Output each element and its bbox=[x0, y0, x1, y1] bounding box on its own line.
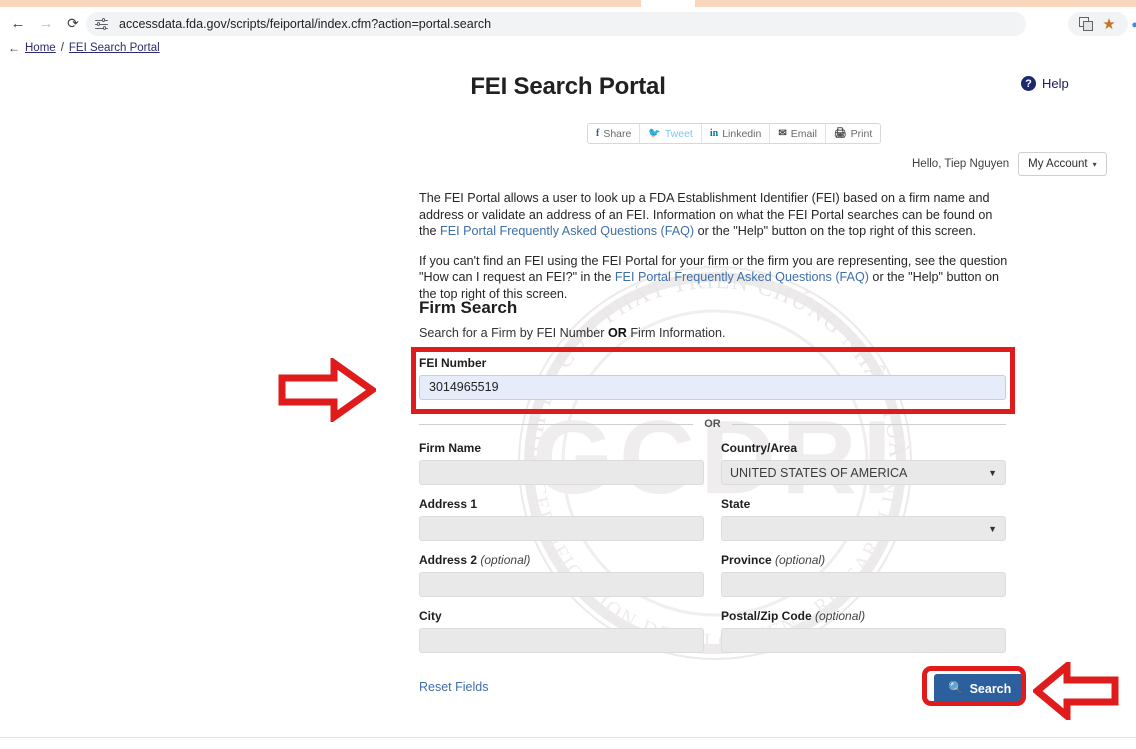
breadcrumb-back-arrow: ← bbox=[8, 41, 20, 55]
forward-icon[interactable]: → bbox=[38, 15, 54, 31]
city-field: City bbox=[419, 609, 704, 653]
intro-p1-part-b: or the "Help" button on the top right of… bbox=[694, 224, 977, 239]
address1-input[interactable] bbox=[419, 516, 704, 541]
greeting-text: Hello, Tiep Nguyen bbox=[912, 158, 1010, 170]
firm-sub-part-b: Firm Information. bbox=[626, 326, 726, 340]
my-account-label: My Account bbox=[1028, 158, 1088, 170]
fei-highlight-box bbox=[411, 347, 1015, 414]
facebook-icon: f bbox=[596, 128, 600, 139]
share-email-label: Email bbox=[790, 127, 817, 140]
postal-optional-text: (optional) bbox=[815, 609, 866, 623]
share-facebook-button[interactable]: f Share bbox=[588, 124, 641, 143]
state-label: State bbox=[721, 497, 751, 511]
city-input[interactable] bbox=[419, 628, 704, 653]
intro-paragraph-2: If you can't find an FEI using the FEI P… bbox=[419, 253, 1008, 303]
faq-link-2[interactable]: FEI Portal Frequently Asked Questions (F… bbox=[615, 270, 869, 284]
reset-fields-link[interactable]: Reset Fields bbox=[419, 680, 488, 694]
omnibar-actions: ★ bbox=[1068, 12, 1128, 36]
postal-field: Postal/Zip Code (optional) bbox=[721, 609, 1006, 653]
site-settings-icon[interactable] bbox=[95, 17, 109, 31]
share-twitter-button[interactable]: 🐦 Tweet bbox=[640, 124, 702, 143]
account-row: Hello, Tiep Nguyen My Account ▾ bbox=[912, 152, 1107, 176]
reload-icon[interactable]: ⟳ bbox=[65, 15, 81, 31]
state-field: State ▼ bbox=[721, 497, 1006, 541]
firm-name-input[interactable] bbox=[419, 460, 704, 485]
firm-search-subtext: Search for a Firm by FEI Number OR Firm … bbox=[419, 326, 726, 340]
red-left-arrow-annotation bbox=[1033, 662, 1119, 720]
breadcrumb: ← Home / FEI Search Portal bbox=[8, 41, 160, 55]
url-text: accessdata.fda.gov/scripts/feiportal/ind… bbox=[119, 17, 492, 31]
state-select[interactable]: ▼ bbox=[721, 516, 1006, 541]
address1-field: Address 1 bbox=[419, 497, 704, 541]
province-input[interactable] bbox=[721, 572, 1006, 597]
intro-paragraph-1: The FEI Portal allows a user to look up … bbox=[419, 190, 1008, 240]
address2-input[interactable] bbox=[419, 572, 704, 597]
help-icon: ? bbox=[1021, 76, 1036, 91]
intro-text: The FEI Portal allows a user to look up … bbox=[419, 190, 1008, 316]
or-divider: OR bbox=[419, 417, 1006, 431]
firm-sub-part-a: Search for a Firm by FEI Number bbox=[419, 326, 608, 340]
help-label: Help bbox=[1042, 76, 1069, 91]
chevron-down-icon: ▾ bbox=[1092, 159, 1097, 169]
address2-field: Address 2 (optional) bbox=[419, 553, 704, 597]
translate-icon[interactable] bbox=[1075, 12, 1097, 36]
browser-tab-strip bbox=[0, 0, 1136, 7]
country-select[interactable]: UNITED STATES OF AMERICA ▼ bbox=[721, 460, 1006, 485]
address1-label: Address 1 bbox=[419, 497, 478, 511]
postal-label-text: Postal/Zip Code bbox=[721, 609, 812, 623]
twitter-icon: 🐦 bbox=[648, 128, 661, 139]
or-divider-label: OR bbox=[704, 418, 721, 430]
country-label: Country/Area bbox=[721, 441, 798, 455]
back-icon[interactable]: ← bbox=[10, 15, 26, 31]
firm-sub-or: OR bbox=[607, 326, 627, 340]
or-divider-line-left bbox=[419, 423, 694, 425]
address2-optional-text: (optional) bbox=[480, 553, 531, 567]
postal-label: Postal/Zip Code (optional) bbox=[721, 609, 1006, 623]
tab-gap bbox=[641, 0, 695, 7]
share-email-button[interactable]: ✉ Email bbox=[770, 124, 826, 143]
chevron-down-icon: ▼ bbox=[988, 467, 997, 478]
star-icon[interactable]: ★ bbox=[1097, 12, 1121, 36]
province-optional-text: (optional) bbox=[775, 553, 826, 567]
firm-name-field: Firm Name bbox=[419, 441, 704, 485]
faq-link-1[interactable]: FEI Portal Frequently Asked Questions (F… bbox=[440, 224, 694, 238]
firm-search-heading: Firm Search bbox=[419, 298, 518, 317]
email-icon: ✉ bbox=[778, 128, 787, 139]
breadcrumb-separator: / bbox=[60, 42, 64, 54]
firm-information-form: Firm Name Country/Area UNITED STATES OF … bbox=[419, 441, 1006, 653]
footer-divider bbox=[0, 737, 1136, 738]
page-title: FEI Search Portal bbox=[470, 73, 666, 100]
breadcrumb-home-link[interactable]: Home bbox=[25, 42, 56, 54]
chevron-down-icon: ▼ bbox=[988, 523, 997, 534]
linkedin-icon: in bbox=[709, 128, 719, 139]
breadcrumb-current-link[interactable]: FEI Search Portal bbox=[69, 42, 160, 54]
print-icon: 🖨 bbox=[833, 128, 847, 139]
address2-label-text: Address 2 bbox=[419, 553, 478, 567]
country-field: Country/Area UNITED STATES OF AMERICA ▼ bbox=[721, 441, 1006, 485]
help-button[interactable]: ? Help bbox=[1021, 76, 1069, 91]
share-print-label: Print bbox=[850, 127, 873, 140]
search-highlight-box bbox=[922, 666, 1026, 706]
social-share-bar: f Share 🐦 Tweet in Linkedin ✉ Email 🖨 Pr… bbox=[587, 123, 882, 144]
share-linkedin-button[interactable]: in Linkedin bbox=[702, 124, 771, 143]
address2-label: Address 2 (optional) bbox=[419, 553, 704, 567]
city-label: City bbox=[419, 609, 442, 623]
red-right-arrow-annotation bbox=[278, 358, 376, 422]
postal-input[interactable] bbox=[721, 628, 1006, 653]
share-linkedin-label: Linkedin bbox=[722, 127, 762, 140]
share-facebook-label: Share bbox=[603, 127, 632, 140]
firm-name-label: Firm Name bbox=[419, 441, 482, 455]
browser-omnibar: ← → ⟳ accessdata.fda.gov/scripts/feiport… bbox=[0, 7, 1136, 37]
share-twitter-label: Tweet bbox=[664, 127, 693, 140]
province-label-text: Province bbox=[721, 553, 772, 567]
province-field: Province (optional) bbox=[721, 553, 1006, 597]
or-divider-line-right bbox=[731, 423, 1006, 425]
share-print-button[interactable]: 🖨 Print bbox=[826, 124, 880, 143]
country-selected-value: UNITED STATES OF AMERICA bbox=[730, 465, 908, 480]
my-account-button[interactable]: My Account ▾ bbox=[1018, 152, 1107, 176]
province-label: Province (optional) bbox=[721, 553, 1006, 567]
page-root: ← → ⟳ accessdata.fda.gov/scripts/feiport… bbox=[0, 0, 1136, 749]
extension-icon[interactable]: ● bbox=[1131, 19, 1136, 31]
address-bar[interactable]: accessdata.fda.gov/scripts/feiportal/ind… bbox=[86, 12, 1026, 36]
